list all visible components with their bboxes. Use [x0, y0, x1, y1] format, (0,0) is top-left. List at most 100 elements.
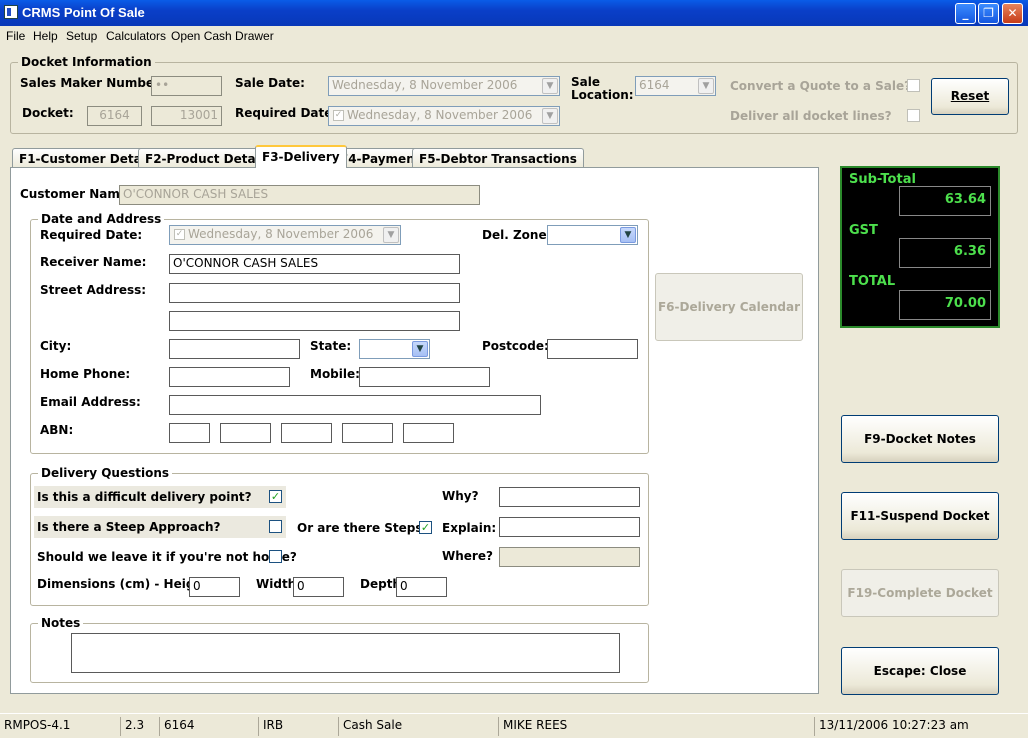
convert-quote-checkbox[interactable]: [907, 79, 920, 92]
abn-field-2[interactable]: [220, 423, 271, 443]
notes-textarea[interactable]: [71, 633, 620, 673]
menu-help[interactable]: Help: [33, 29, 58, 43]
subtotal-label: Sub-Total: [849, 172, 916, 187]
status-bar: RMPOS-4.1 2.3 6164 IRB Cash Sale MIKE RE…: [0, 713, 1028, 738]
delivery-required-date-value: Wednesday, 8 November 2006: [188, 227, 374, 241]
sales-maker-label: Sales Maker Number :: [20, 76, 169, 90]
subtotal-value: 63.64: [899, 186, 991, 216]
status-version: RMPOS-4.1: [4, 718, 71, 732]
delivery-required-date-label: Required Date:: [40, 228, 143, 242]
delivery-questions-title: Delivery Questions: [38, 466, 173, 480]
abn-field-3[interactable]: [281, 423, 332, 443]
state-combo[interactable]: ▼: [359, 339, 430, 359]
tab-delivery[interactable]: F3-Delivery: [255, 145, 347, 168]
postcode-field[interactable]: [547, 339, 638, 359]
why-label: Why?: [442, 489, 479, 503]
abn-field-5[interactable]: [403, 423, 454, 443]
docket-location-field[interactable]: 6164: [87, 106, 142, 126]
difficult-delivery-label: Is this a difficult delivery point?: [37, 490, 252, 504]
sale-date-label: Sale Date:: [235, 76, 305, 90]
abn-field-1[interactable]: [169, 423, 210, 443]
escape-close-button[interactable]: Escape: Close: [841, 647, 999, 695]
docket-notes-button[interactable]: F9-Docket Notes: [841, 415, 999, 463]
width-field[interactable]: 0: [293, 577, 344, 597]
receiver-name-label: Receiver Name:: [40, 255, 147, 269]
menu-open-cash-drawer[interactable]: Open Cash Drawer: [171, 29, 274, 43]
sale-location-label: Sale Location:: [571, 75, 634, 102]
chevron-down-icon: ▼: [620, 227, 636, 243]
reset-button[interactable]: Reset: [931, 78, 1009, 115]
check-icon: ✓: [174, 229, 185, 240]
title-bar: CRMS Point Of Sale _ ❐ ✕: [0, 0, 1028, 26]
total-label: TOTAL: [849, 274, 896, 289]
status-sale-type: Cash Sale: [338, 717, 406, 736]
sale-location-combo[interactable]: 6164 ▼: [635, 76, 716, 96]
height-field[interactable]: 0: [189, 577, 240, 597]
chevron-down-icon: ▼: [542, 78, 558, 94]
chevron-down-icon: ▼: [698, 78, 714, 94]
steep-approach-label: Is there a Steep Approach?: [37, 520, 221, 534]
home-phone-field[interactable]: [169, 367, 290, 387]
chevron-down-icon: ▼: [383, 227, 399, 243]
tab-debtor-transactions[interactable]: F5-Debtor Transactions: [412, 148, 584, 168]
window-title: CRMS Point Of Sale: [22, 5, 145, 20]
delivery-required-date-picker[interactable]: ✓ Wednesday, 8 November 2006 ▼: [169, 225, 401, 245]
mobile-field[interactable]: [359, 367, 490, 387]
menu-setup[interactable]: Setup: [66, 29, 97, 43]
del-zone-label: Del. Zone:: [482, 228, 552, 242]
menu-calculators[interactable]: Calculators: [106, 29, 166, 43]
required-date-label: Required Date:: [235, 106, 338, 120]
menu-bar: File Help Setup Calculators Open Cash Dr…: [0, 26, 1028, 46]
abn-field-4[interactable]: [342, 423, 393, 443]
restore-button[interactable]: ❐: [978, 3, 999, 24]
state-label: State:: [310, 339, 352, 353]
sale-date-picker[interactable]: Wednesday, 8 November 2006 ▼: [328, 76, 560, 96]
docket-number-field[interactable]: 13001: [151, 106, 222, 126]
steep-approach-checkbox[interactable]: [269, 520, 282, 533]
status-datetime: 13/11/2006 10:27:23 am: [814, 717, 973, 736]
status-build: 2.3: [120, 717, 148, 736]
menu-file[interactable]: File: [6, 29, 25, 43]
steps-checkbox[interactable]: ✓: [419, 521, 432, 534]
delivery-calendar-button[interactable]: F6-Delivery Calendar: [655, 273, 803, 341]
close-window-button[interactable]: ✕: [1002, 3, 1023, 24]
gst-label: GST: [849, 223, 878, 238]
depth-field[interactable]: 0: [396, 577, 447, 597]
chevron-down-icon: ▼: [412, 341, 428, 357]
notes-title: Notes: [38, 616, 84, 630]
street-address-line1[interactable]: [169, 283, 460, 303]
convert-quote-label: Convert a Quote to a Sale?: [730, 79, 912, 93]
mobile-label: Mobile:: [310, 367, 360, 381]
difficult-delivery-checkbox[interactable]: ✓: [269, 490, 282, 503]
check-icon: ✓: [333, 110, 344, 121]
postcode-label: Postcode:: [482, 339, 549, 353]
customer-name-field[interactable]: O'CONNOR CASH SALES: [119, 185, 480, 205]
city-field[interactable]: [169, 339, 300, 359]
docket-information-title: Docket Information: [18, 55, 155, 69]
street-address-label: Street Address:: [40, 283, 147, 297]
deliver-all-checkbox[interactable]: [907, 109, 920, 122]
email-address-field[interactable]: [169, 395, 541, 415]
minimize-button[interactable]: _: [955, 3, 976, 24]
suspend-docket-button[interactable]: F11-Suspend Docket: [841, 492, 999, 540]
dimensions-label: Dimensions (cm) - Height:: [37, 577, 214, 591]
leave-if-not-home-checkbox[interactable]: [269, 550, 282, 563]
street-address-line2[interactable]: [169, 311, 460, 331]
del-zone-combo[interactable]: ▼: [547, 225, 638, 245]
required-date-picker[interactable]: ✓ Wednesday, 8 November 2006 ▼: [328, 106, 560, 126]
why-field[interactable]: [499, 487, 640, 507]
receiver-name-field[interactable]: O'CONNOR CASH SALES: [169, 254, 460, 274]
gst-value: 6.36: [899, 238, 991, 268]
date-address-title: Date and Address: [38, 212, 165, 226]
deliver-all-label: Deliver all docket lines?: [730, 109, 892, 123]
home-phone-label: Home Phone:: [40, 367, 131, 381]
sales-maker-field[interactable]: ••: [151, 76, 222, 96]
required-date-value: Wednesday, 8 November 2006: [347, 108, 533, 122]
complete-docket-button[interactable]: F19-Complete Docket: [841, 569, 999, 617]
steps-label: Or are there Steps?: [297, 521, 430, 535]
explain-field[interactable]: [499, 517, 640, 537]
email-address-label: Email Address:: [40, 395, 141, 409]
where-field[interactable]: [499, 547, 640, 567]
app-icon: [4, 5, 18, 19]
sale-date-value: Wednesday, 8 November 2006: [332, 78, 518, 92]
